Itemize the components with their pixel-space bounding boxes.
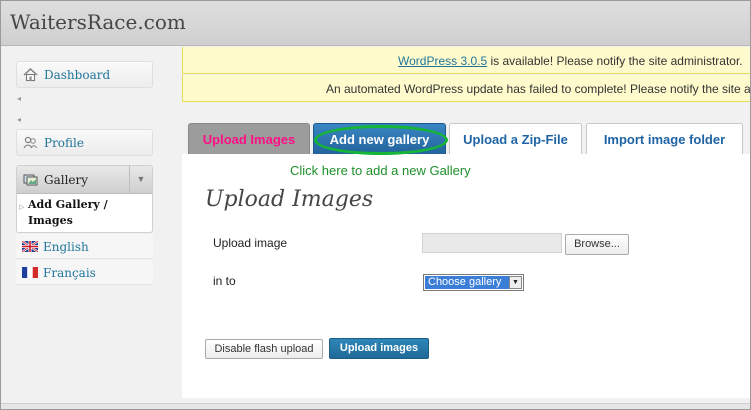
sidebar-item-profile[interactable]: Profile xyxy=(16,129,153,156)
users-icon xyxy=(23,136,38,149)
tab-import-folder[interactable]: Import image folder xyxy=(586,123,743,154)
sidebar-item-gallery: Gallery ▼ ▷ Add Gallery / Images xyxy=(16,165,153,233)
tab-upload-zip[interactable]: Upload a Zip-File xyxy=(449,123,582,154)
update-notice: WordPress 3.0.5 is available! Please not… xyxy=(182,47,750,74)
france-flag-icon xyxy=(22,267,38,278)
dropdown-arrow-icon[interactable]: ▼ xyxy=(509,276,522,289)
into-label: in to xyxy=(213,274,236,288)
chevron-down-icon[interactable]: ▼ xyxy=(129,166,152,193)
browser-frame: WaitersRace.com Dashboard ◂ ◂ Profile Ga… xyxy=(0,0,751,410)
gallery-select[interactable]: Choose gallery ▼ xyxy=(423,274,524,291)
uk-flag-icon xyxy=(22,241,38,252)
browse-button[interactable]: Browse... xyxy=(565,234,629,255)
language-french[interactable]: Français xyxy=(16,260,153,285)
gallery-menu-header[interactable]: Gallery ▼ xyxy=(17,166,152,194)
sidebar-item-dashboard[interactable]: Dashboard xyxy=(16,61,153,88)
current-arrow-icon: ▷ xyxy=(19,204,25,211)
sidebar-item-label: Dashboard xyxy=(44,68,111,82)
admin-header: WaitersRace.com xyxy=(1,1,750,46)
language-label: English xyxy=(43,240,89,254)
file-path-input[interactable] xyxy=(422,233,562,253)
submenu-label-line1: Add Gallery / xyxy=(28,198,108,211)
collapse-arrow-icon: ◂ xyxy=(17,94,22,103)
tab-upload-images[interactable]: Upload Images xyxy=(188,123,310,154)
highlight-oval xyxy=(314,125,448,155)
disable-flash-button[interactable]: Disable flash upload xyxy=(205,339,323,359)
house-icon xyxy=(23,68,38,82)
submenu-item-add-gallery[interactable]: Add Gallery / Images xyxy=(28,197,108,229)
language-label: Français xyxy=(43,266,96,280)
update-notice-text: is available! Please notify the site adm… xyxy=(487,54,743,68)
page-title: Upload Images xyxy=(205,187,374,212)
failed-update-text: An automated WordPress update has failed… xyxy=(326,82,751,96)
gallery-icon xyxy=(23,174,38,186)
upload-image-label: Upload image xyxy=(213,236,288,250)
upload-images-button[interactable]: Upload images xyxy=(329,338,429,359)
update-link[interactable]: WordPress 3.0.5 xyxy=(398,54,487,68)
sidebar-item-label: Gallery xyxy=(44,173,89,187)
language-english[interactable]: English xyxy=(16,234,153,259)
selected-gallery: Choose gallery xyxy=(425,276,510,289)
footer-divider xyxy=(1,403,750,409)
annotation-hint: Click here to add a new Gallery xyxy=(290,163,471,178)
sidebar-item-label: Profile xyxy=(44,136,84,150)
submenu-label-line2: Images xyxy=(28,214,73,227)
site-title[interactable]: WaitersRace.com xyxy=(10,10,186,34)
collapse-arrow-icon: ◂ xyxy=(17,115,22,124)
menu-separator[interactable]: ◂ xyxy=(16,94,153,103)
failed-update-notice: An automated WordPress update has failed… xyxy=(182,75,751,102)
menu-separator[interactable]: ◂ xyxy=(16,115,153,124)
